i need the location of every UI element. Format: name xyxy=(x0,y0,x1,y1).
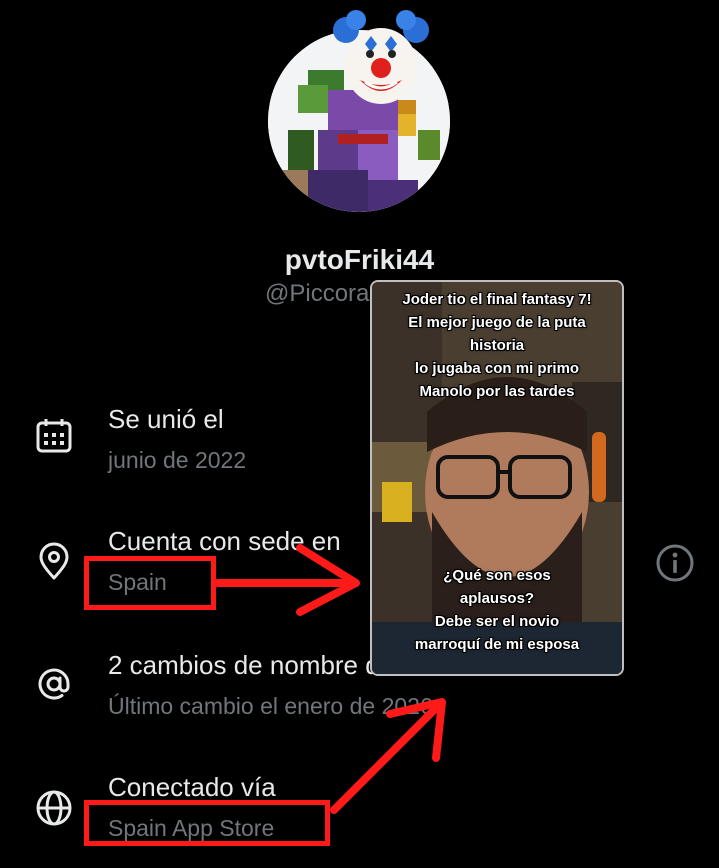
account-based-in-label: Cuenta con sede en xyxy=(108,526,341,556)
caption-line: lo jugaba con mi primo xyxy=(414,360,580,377)
video-top-caption: Joder tio el final fantasy 7! El mejor j… xyxy=(372,288,622,403)
caption-line: historia xyxy=(469,337,525,354)
video-bottom-caption: ¿Qué son esos aplausos? Debe ser el novi… xyxy=(372,564,622,656)
caption-line: El mejor juego de la puta xyxy=(408,314,586,331)
display-name: pvtoFriki44 xyxy=(284,244,435,275)
at-sign-icon xyxy=(34,664,74,704)
store-highlight-box xyxy=(84,800,330,846)
info-icon[interactable] xyxy=(654,542,696,584)
joined-date: junio de 2022 xyxy=(108,447,247,473)
caption-line: ¿Qué son esos xyxy=(443,567,551,584)
country-highlight-box xyxy=(84,556,216,610)
last-username-change: Último cambio el enero de 2026 xyxy=(108,693,433,719)
location-pin-icon xyxy=(34,542,74,582)
arrow-to-video xyxy=(214,544,360,616)
connected-via-label: Conectado vía xyxy=(108,772,276,802)
globe-icon xyxy=(34,788,74,828)
caption-line: Manolo por las tardes xyxy=(419,383,575,400)
video-overlay[interactable]: Joder tio el final fantasy 7! El mejor j… xyxy=(370,280,624,676)
clown-emoji-icon xyxy=(332,8,430,108)
caption-line: Debe ser el novio xyxy=(434,613,560,630)
caption-line: Joder tio el final fantasy 7! xyxy=(402,291,592,308)
caption-line: marroquí de mi esposa xyxy=(414,636,580,653)
caption-line: aplausos? xyxy=(459,590,535,607)
calendar-icon xyxy=(34,416,74,456)
joined-label: Se unió el xyxy=(108,404,224,434)
username-handle: @Piccora xyxy=(265,280,370,307)
